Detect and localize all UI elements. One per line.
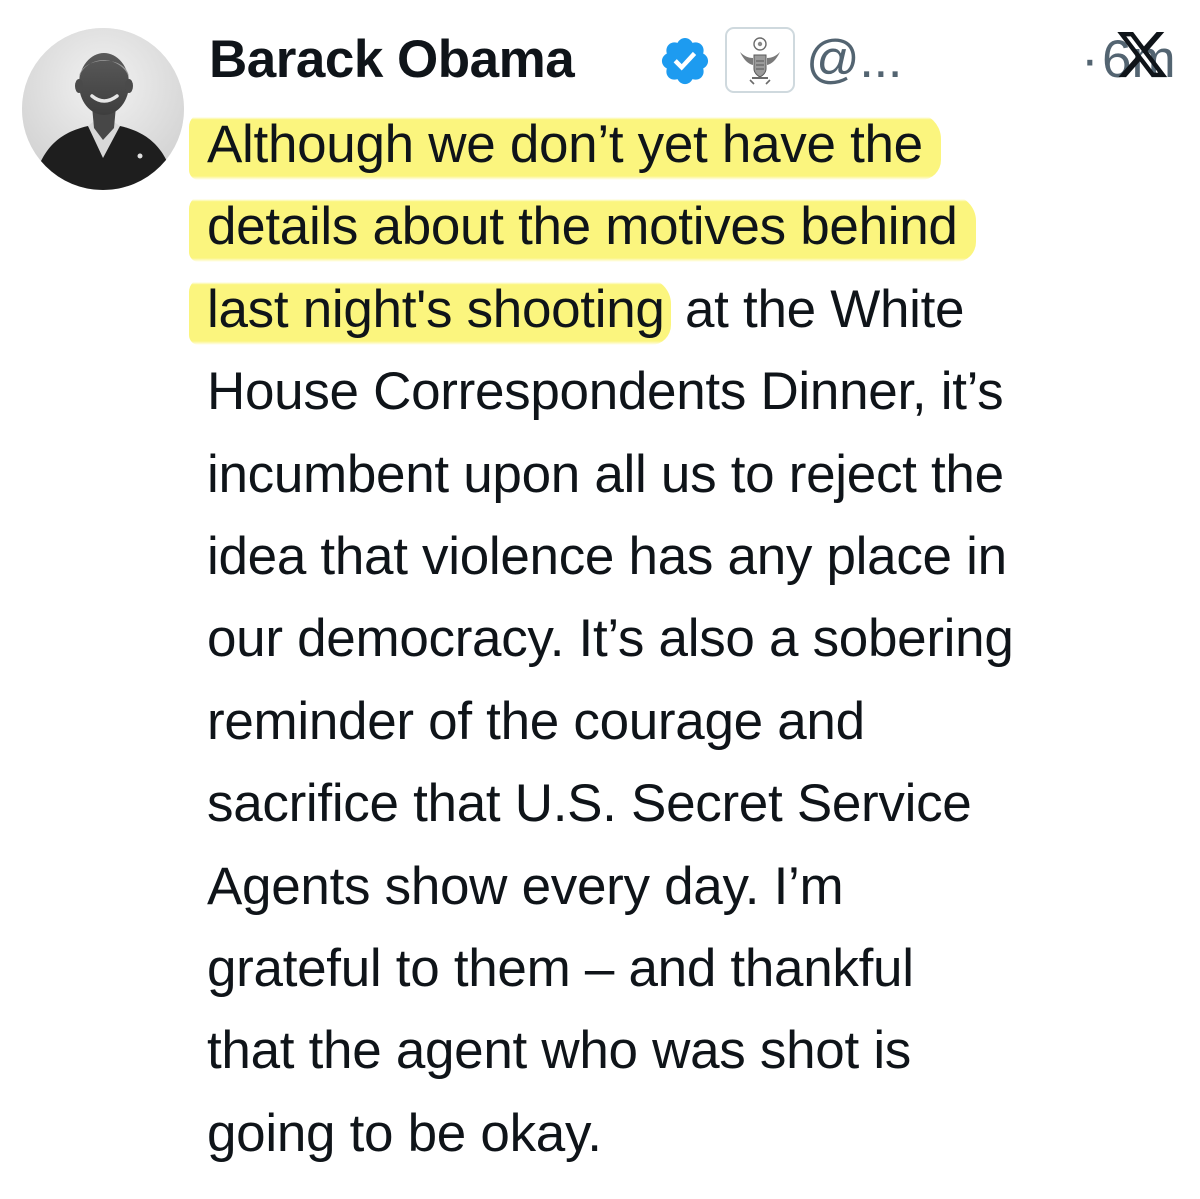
tweet-body: Although we don’t yet have the details a… [189, 104, 1182, 1175]
avatar-photo [22, 28, 184, 190]
highlighted-text: last night's shooting [189, 277, 671, 345]
tweet-line: House Correspondents Dinner, it’s [207, 362, 1004, 422]
tweet-line: reminder of the courage and [207, 691, 865, 751]
tweet-line: incumbent upon all us to reject the [207, 444, 1004, 504]
tweet-line: last night's shooting at the White [189, 269, 1182, 351]
author-display-name[interactable]: Barack Obama [209, 28, 575, 92]
header-separator: · [1081, 30, 1099, 89]
tweet-header: Barack Obama @... · 6m [209, 22, 1179, 96]
tweet-line: sacrifice that U.S. Secret Service [207, 774, 972, 834]
tweet-line: idea that violence has any place in [207, 526, 1007, 586]
verified-badge-icon[interactable] [658, 34, 712, 88]
tweet-line: our democracy. It’s also a sobering [207, 609, 1014, 669]
tweet-line: grateful to them – and thankful [207, 938, 914, 998]
highlighted-text: Although we don’t yet have the [189, 113, 941, 180]
highlighted-text: details about the motives behind [189, 195, 976, 263]
us-seal-icon[interactable] [725, 27, 795, 93]
author-handle[interactable]: @... [806, 28, 902, 92]
tweet-line: going to be okay. [207, 1103, 602, 1163]
author-avatar[interactable] [22, 28, 184, 190]
tweet-line: that the agent who was shot is [207, 1021, 911, 1081]
tweet-line: details about the motives behind [189, 186, 1182, 268]
tweet-line: Although we don’t yet have the [189, 104, 1182, 186]
x-logo-icon [1116, 32, 1170, 80]
tweet-line: Agents show every day. I’m [207, 856, 844, 916]
tweet-card[interactable]: Barack Obama @... · 6m [0, 0, 1200, 1199]
tweet-text: at the White [670, 279, 965, 339]
